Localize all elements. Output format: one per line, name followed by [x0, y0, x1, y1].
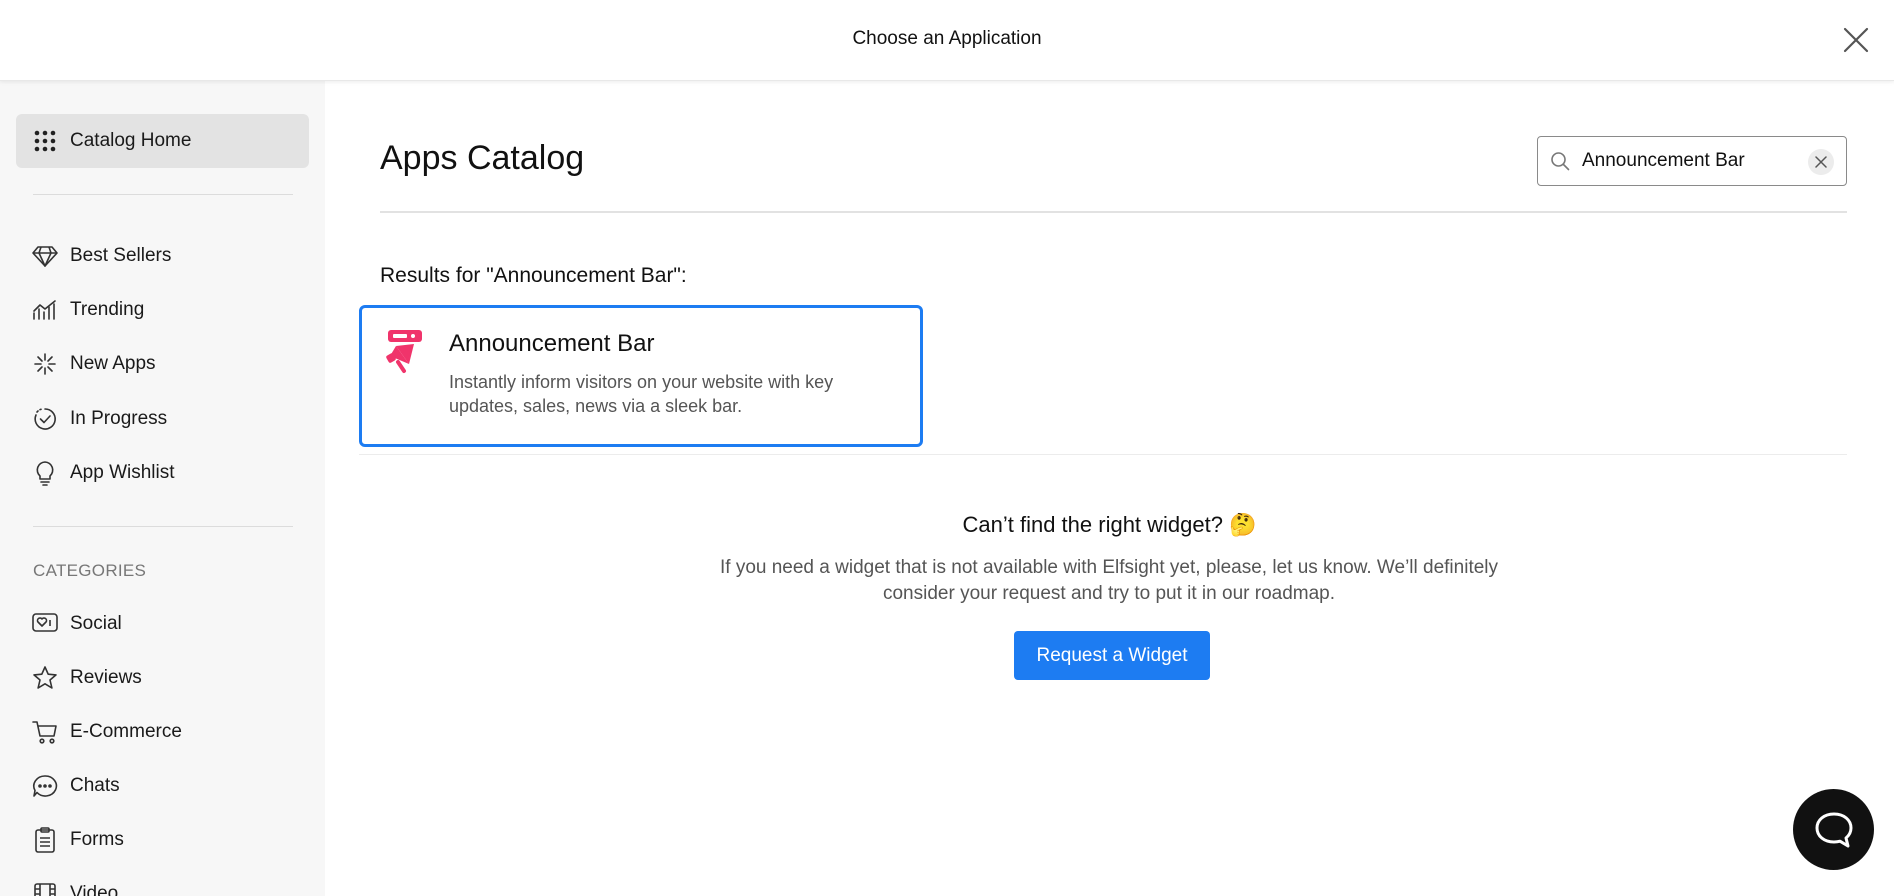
- modal-header: Choose an Application: [0, 0, 1894, 81]
- sidebar-item-trending[interactable]: Trending: [16, 283, 309, 337]
- app-card-announcement-bar[interactable]: Announcement Bar Instantly inform visito…: [359, 305, 923, 447]
- sidebar-item-in-progress[interactable]: In Progress: [16, 392, 309, 446]
- sidebar-item-chats[interactable]: Chats: [16, 759, 309, 813]
- sidebar-item-app-wishlist[interactable]: App Wishlist: [16, 446, 309, 500]
- sidebar-divider: [33, 526, 293, 527]
- megaphone-icon: [384, 328, 424, 374]
- chat-bubble-icon: [1815, 812, 1852, 847]
- sidebar-divider: [33, 194, 293, 195]
- app-description: Instantly inform visitors on your websit…: [449, 372, 834, 416]
- film-icon: [32, 881, 58, 896]
- results-divider: [359, 454, 1847, 455]
- close-icon: [1815, 156, 1827, 168]
- sidebar-item-label: Chats: [70, 775, 120, 796]
- categories-heading: CATEGORIES: [33, 561, 147, 580]
- sidebar-item-video[interactable]: Video: [16, 867, 309, 896]
- chat-bubble-icon: [32, 773, 58, 799]
- grid-icon: [32, 128, 58, 154]
- trending-icon: [32, 297, 58, 323]
- chat-launcher-button[interactable]: [1793, 789, 1874, 870]
- diamond-icon: [32, 243, 58, 269]
- close-icon: [1843, 27, 1869, 53]
- sidebar-item-label: Trending: [70, 299, 145, 320]
- sparkle-icon: [32, 351, 58, 377]
- page-title: Apps Catalog: [380, 139, 585, 177]
- sidebar-item-catalog-home[interactable]: Catalog Home: [16, 114, 309, 168]
- sidebar-item-label: Catalog Home: [70, 130, 192, 151]
- close-button[interactable]: [1838, 22, 1874, 58]
- cart-icon: [32, 719, 58, 745]
- sidebar-item-social[interactable]: Social: [16, 597, 309, 651]
- heart-chat-icon: [32, 611, 58, 637]
- sidebar-item-forms[interactable]: Forms: [16, 813, 309, 867]
- sidebar-item-label: Reviews: [70, 667, 142, 688]
- sidebar-item-reviews[interactable]: Reviews: [16, 651, 309, 705]
- sidebar-item-label: Forms: [70, 829, 124, 850]
- sidebar-item-best-sellers[interactable]: Best Sellers: [16, 229, 309, 283]
- results-label: Results for "Announcement Bar":: [380, 264, 687, 287]
- sidebar-item-label: Best Sellers: [70, 245, 172, 266]
- sidebar-item-label: In Progress: [70, 408, 168, 429]
- modal-title: Choose an Application: [852, 28, 1042, 49]
- request-widget-title: Can’t find the right widget? 🤔: [962, 512, 1257, 537]
- clipboard-icon: [32, 827, 58, 853]
- request-widget-button[interactable]: Request a Widget: [1014, 631, 1210, 680]
- sidebar-item-label: Video: [70, 883, 119, 896]
- sidebar-item-label: Social: [70, 613, 122, 634]
- main-content: Apps Catalog Results for "Announcement B…: [325, 81, 1894, 896]
- lightbulb-icon: [32, 460, 58, 486]
- sidebar-item-label: App Wishlist: [70, 462, 175, 483]
- sidebar: Catalog Home Best Sellers Trending New A…: [0, 81, 325, 896]
- sidebar-item-label: E-Commerce: [70, 721, 182, 742]
- search-box[interactable]: [1537, 136, 1847, 186]
- sidebar-item-e-commerce[interactable]: E-Commerce: [16, 705, 309, 759]
- sidebar-item-label: New Apps: [70, 353, 156, 374]
- title-divider: [380, 211, 1847, 213]
- star-icon: [32, 665, 58, 691]
- search-icon: [1538, 151, 1582, 171]
- request-widget-description: If you need a widget that is not availab…: [719, 557, 1499, 604]
- progress-check-icon: [32, 406, 58, 432]
- search-input[interactable]: [1582, 150, 1802, 172]
- app-name: Announcement Bar: [449, 330, 655, 357]
- sidebar-item-new-apps[interactable]: New Apps: [16, 337, 309, 391]
- clear-search-button[interactable]: [1808, 149, 1834, 175]
